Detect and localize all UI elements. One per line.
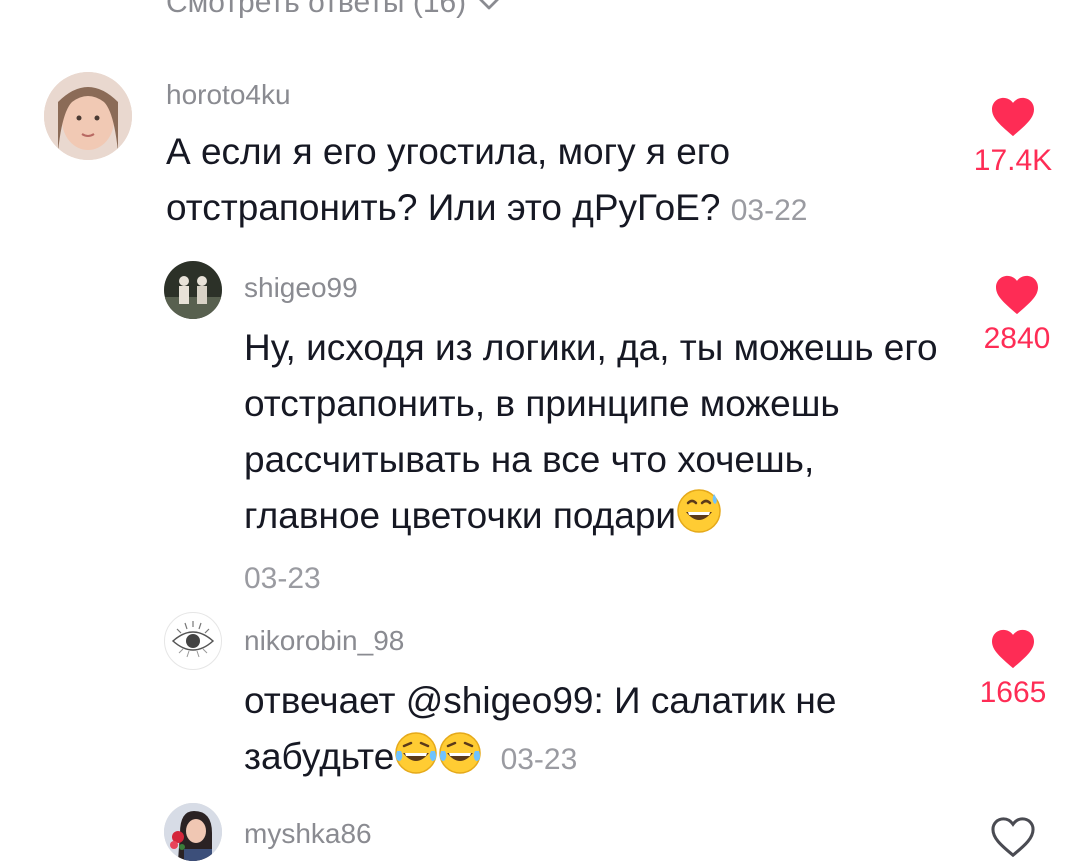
comment-username[interactable]: horoto4ku [166, 79, 291, 111]
view-replies-label: Смотреть ответы (16) [166, 0, 467, 19]
like-button[interactable] [968, 816, 1058, 858]
avatar[interactable] [164, 803, 222, 861]
avatar[interactable] [44, 72, 132, 160]
comment-text: отвечает @shigeo99: И салатик не забудьт… [244, 673, 924, 791]
like-button[interactable]: 1665 [968, 628, 1058, 710]
comment-body: Ну, исходя из логики, да, ты можешь его … [244, 327, 938, 536]
tears-of-joy-emoji [394, 731, 438, 791]
avatar[interactable] [164, 612, 222, 670]
comment-date: 03-23 [244, 562, 321, 595]
comment-text: Ну, исходя из логики, да, ты можешь его … [244, 320, 954, 608]
heart-filled-icon [992, 629, 1034, 669]
tears-of-joy-emoji [438, 731, 482, 791]
comment-username[interactable]: nikorobin_98 [244, 625, 404, 657]
like-count: 2840 [983, 322, 1051, 355]
comment-date: 03-23 [500, 743, 578, 776]
like-count: 1665 [979, 676, 1047, 709]
reply-prefix: отвечает [244, 680, 406, 721]
heart-filled-icon [992, 97, 1034, 137]
mention-link[interactable]: @shigeo99 [406, 680, 594, 721]
comment-username[interactable]: myshka86 [244, 818, 372, 850]
grinning-sweat-emoji [676, 488, 722, 550]
view-replies-button[interactable]: Смотреть ответы (16) [166, 0, 504, 20]
heart-outline-icon [991, 817, 1035, 858]
comment-text: А если я его угостила, могу я его отстра… [166, 124, 926, 239]
chevron-down-icon [479, 0, 500, 10]
eye-icon [171, 621, 215, 658]
comment-username[interactable]: shigeo99 [244, 272, 358, 304]
avatar[interactable] [164, 261, 222, 319]
like-button[interactable]: 17.4K [968, 96, 1058, 178]
heart-filled-icon [996, 275, 1038, 315]
like-count: 17.4K [973, 144, 1053, 177]
like-button[interactable]: 2840 [972, 274, 1062, 356]
comment-date: 03-22 [730, 194, 808, 227]
comment-body: А если я его угостила, могу я его отстра… [166, 131, 731, 228]
